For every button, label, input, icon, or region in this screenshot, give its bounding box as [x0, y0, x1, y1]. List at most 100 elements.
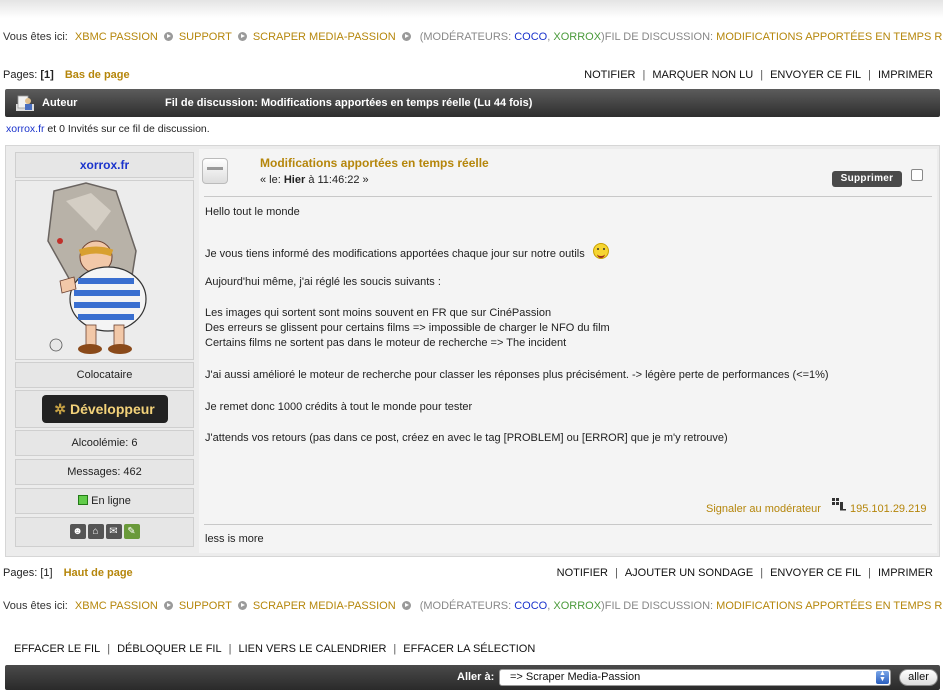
send-thread-button[interactable]: ENVOYER CE FIL — [770, 69, 861, 81]
report-to-moderator-link[interactable]: Signaler au modérateur — [706, 503, 821, 515]
poster-rank: Colocataire — [15, 362, 194, 388]
developer-badge-label: Développeur — [69, 401, 155, 417]
notify-button[interactable]: NOTIFIER — [557, 567, 608, 579]
clear-selection-button[interactable]: EFFACER LA SÉLECTION — [403, 643, 535, 655]
post-body-line: J'attends vos retours (pas dans ce post,… — [205, 432, 728, 444]
pages-label: Pages: — [3, 567, 38, 579]
mark-unread-button[interactable]: MARQUER NON LU — [652, 69, 753, 81]
viewer-user-link[interactable]: xorrox.fr — [6, 123, 45, 135]
post-body-line: Des erreurs se glissent pour certains fi… — [205, 322, 610, 334]
add-poll-button[interactable]: AJOUTER UN SONDAGE — [625, 567, 753, 579]
delete-thread-button[interactable]: EFFACER LE FIL — [14, 643, 100, 655]
arrow-right-icon — [163, 32, 173, 41]
moderators-comma: , — [547, 31, 551, 43]
divider — [204, 524, 932, 525]
jump-to-selected-value: => Scraper Media-Passion — [510, 671, 641, 683]
select-post-checkbox[interactable] — [911, 169, 923, 181]
poster-karma: Alcoolémie: 6 — [15, 430, 194, 456]
delete-button[interactable]: Supprimer — [832, 171, 902, 187]
signature: less is more — [205, 533, 264, 545]
breadcrumb-link-scraper[interactable]: SCRAPER MEDIA-PASSION — [253, 31, 396, 43]
link-calendar-button[interactable]: LIEN VERS LE CALENDRIER — [238, 643, 386, 655]
post-body-line: Aujourd'hui même, j'ai réglé les soucis … — [205, 276, 441, 288]
poster-messages-label: Messages: 462 — [67, 466, 142, 478]
breadcrumb-thread-link[interactable]: MODIFICATIONS APPORTÉES EN TEMPS RÉELLE — [716, 31, 943, 43]
post-date: « le: Hier à 11:46:22 » — [260, 174, 369, 186]
post-content-area — [199, 149, 937, 553]
post-container: xorrox.fr Colocataire ✲ Développeur Alcoo… — [5, 145, 940, 557]
post-body-line: Certains films ne sortent pas dans le mo… — [205, 337, 567, 349]
arrow-right-icon — [237, 32, 247, 41]
moderator-link-coco[interactable]: COCO — [514, 600, 547, 612]
poster-status-label: En ligne — [91, 495, 131, 507]
post-date-time: à 11:46:22 » — [308, 174, 369, 186]
breadcrumb-link-scraper[interactable]: SCRAPER MEDIA-PASSION — [253, 600, 396, 612]
post-date-day: Hier — [283, 174, 306, 186]
post-body-line: Hello tout le monde — [205, 206, 300, 218]
post-title[interactable]: Modifications apportées en temps réelle — [260, 156, 489, 170]
poster-status: En ligne — [15, 488, 194, 514]
arrow-right-icon — [237, 601, 247, 610]
notify-button[interactable]: NOTIFIER — [584, 69, 635, 81]
breadcrumb-link-support[interactable]: SUPPORT — [179, 31, 232, 43]
breadcrumb-link-xbmc-passion[interactable]: XBMC PASSION — [75, 600, 158, 612]
poster-badge-box: ✲ Développeur — [15, 390, 194, 428]
poster-username[interactable]: xorrox.fr — [80, 158, 129, 172]
breadcrumb-link-xbmc-passion[interactable]: XBMC PASSION — [75, 31, 158, 43]
moderator-link-xorrox[interactable]: XORROX — [553, 600, 601, 612]
post-body-line-text: Je vous tiens informé des modifications … — [205, 248, 585, 260]
home-icon[interactable]: ⌂ — [87, 524, 104, 539]
developer-badge: ✲ Développeur — [41, 395, 168, 423]
profile-icon[interactable]: ☻ — [69, 524, 86, 539]
moderators-label: (MODÉRATEURS: — [419, 31, 512, 43]
personal-message-icon[interactable]: ✎ — [123, 524, 140, 539]
ip-address-icon — [832, 498, 846, 511]
moderators-comma: , — [547, 600, 551, 612]
viewers-text: et 0 Invités sur ce fil de discussion. — [44, 123, 210, 135]
select-arrows-icon: ▲ ▼ — [876, 670, 889, 684]
post-body-line: Je remet donc 1000 crédits à tout le mon… — [205, 401, 473, 413]
poster-messages: Messages: 462 — [15, 459, 194, 485]
viewers-line: xorrox.fr et 0 Invités sur ce fil de dis… — [6, 123, 210, 135]
moderators-label: (MODÉRATEURS: — [419, 600, 512, 612]
print-button[interactable]: IMPRIMER — [878, 69, 933, 81]
unlock-thread-button[interactable]: DÉBLOQUER LE FIL — [117, 643, 222, 655]
post-date-prefix: « le: — [260, 174, 281, 186]
moderator-link-coco[interactable]: COCO — [514, 31, 547, 43]
bottom-of-page-link[interactable]: Bas de page — [65, 69, 130, 81]
breadcrumb-link-support[interactable]: SUPPORT — [179, 600, 232, 612]
post-body-line: Je vous tiens informé des modifications … — [205, 243, 609, 260]
email-icon[interactable]: ✉ — [105, 524, 122, 539]
current-page[interactable]: [1] — [40, 567, 52, 579]
divider — [204, 196, 932, 197]
top-strip — [0, 0, 943, 18]
post-body-line: Les images qui sortent sont moins souven… — [205, 307, 552, 319]
moderation-actions: EFFACER LE FIL | DÉBLOQUER LE FIL | LIEN VER… — [14, 643, 536, 655]
moderator-link-xorrox[interactable]: XORROX — [553, 31, 601, 43]
poster-actions: ☻ ⌂ ✉ ✎ — [15, 517, 194, 547]
breadcrumb-top: Vous êtes ici: XBMC PASSION SUPPORT SCRAPE… — [3, 31, 943, 43]
grin-smiley-icon — [592, 243, 609, 259]
post-body-line: J'ai aussi amélioré le moteur de recherc… — [205, 369, 829, 381]
go-button[interactable]: aller — [899, 669, 938, 686]
current-page[interactable]: [1] — [40, 69, 53, 81]
jump-to-select[interactable]: => Scraper Media-Passion ▲ ▼ — [499, 669, 891, 686]
author-icon — [16, 95, 34, 111]
avatar — [15, 180, 194, 360]
pages-label: Pages: — [3, 69, 38, 81]
jump-to-label: Aller à: — [457, 671, 495, 683]
arrow-right-icon — [163, 601, 173, 610]
thread-prefix: FIL DE DISCUSSION: — [604, 600, 714, 612]
send-thread-button[interactable]: ENVOYER CE FIL — [770, 567, 861, 579]
ip-address-link[interactable]: 195.101.29.219 — [850, 503, 926, 515]
jump-to-bar: Aller à: => Scraper Media-Passion ▲ ▼ all… — [5, 665, 940, 690]
top-of-page-link[interactable]: Haut de page — [64, 567, 133, 579]
breadcrumb-prefix: Vous êtes ici: — [3, 600, 68, 612]
puzzle-icon: ✲ — [54, 401, 66, 417]
breadcrumb-thread-link[interactable]: MODIFICATIONS APPORTÉES EN TEMPS RÉELLE — [716, 600, 943, 612]
breadcrumb-prefix: Vous êtes ici: — [3, 31, 68, 43]
arrow-right-icon — [401, 32, 411, 41]
poster-karma-label: Alcoolémie: 6 — [71, 437, 138, 449]
online-status-icon — [78, 495, 89, 505]
print-button[interactable]: IMPRIMER — [878, 567, 933, 579]
